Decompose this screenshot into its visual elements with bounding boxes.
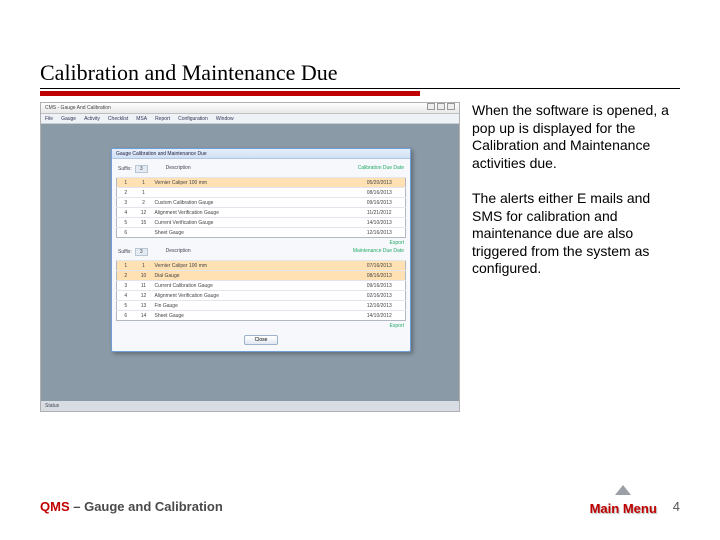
main-menu-label: Main Menu (590, 501, 657, 516)
main-menu-link[interactable]: Main Menu (590, 497, 657, 516)
export-link-1[interactable]: Export (390, 240, 404, 246)
paragraph-1: When the software is opened, a pop up is… (472, 102, 680, 172)
footer-title: QMS – Gauge and Calibration (40, 499, 223, 514)
table-row[interactable]: 412Alignment Verification Gauge02/16/201… (117, 291, 406, 301)
table-row[interactable]: 32Custom Calibration Gauge09/16/2013 (117, 198, 406, 208)
table-row[interactable]: 515Current Verification Gauge14/10/2013 (117, 218, 406, 228)
close-icon[interactable] (447, 103, 455, 110)
window-controls (427, 103, 455, 113)
up-arrow-icon (615, 485, 631, 495)
app-window-title: CMS - Gauge And Calibration (45, 103, 111, 113)
calib-filters: Suffix:3 Description Calibration Due Dat… (116, 163, 406, 177)
table-row[interactable]: 2108/16/2013 (117, 188, 406, 198)
slide-footer: QMS – Gauge and Calibration Main Menu 4 (40, 497, 680, 516)
table-row[interactable]: 11Vernier Caliper 100 mm05/20/2013 (117, 178, 406, 188)
maximize-icon[interactable] (437, 103, 445, 110)
slide-heading: Calibration and Maintenance Due (40, 60, 680, 89)
explanatory-text: When the software is opened, a pop up is… (472, 102, 680, 412)
table-row[interactable]: 311Current Calibration Gauge09/16/2013 (117, 281, 406, 291)
menu-msa[interactable]: MSA (136, 114, 147, 123)
maint-due-header: Maintenance Due Date (353, 248, 404, 256)
table-row[interactable]: 614Sheet Gauge14/10/2012 (117, 311, 406, 321)
page-number: 4 (673, 499, 680, 514)
table-row[interactable]: 210Dial Gauge08/16/2013 (117, 271, 406, 281)
calib-due-header: Calibration Due Date (358, 165, 404, 173)
heading-accent (40, 91, 420, 96)
menu-gauge[interactable]: Gauge (61, 114, 76, 123)
filter-suffix-value-2[interactable]: 3 (135, 248, 148, 256)
maint-filters: Suffix:3 Description Maintenance Due Dat… (116, 246, 406, 260)
menu-checklist[interactable]: Checklist (108, 114, 128, 123)
table-row[interactable]: 11Vernier Caliper 100 mm07/16/2013 (117, 261, 406, 271)
dialog-title: Gauge Calibration and Maintenance Due (112, 149, 410, 159)
footer-rest: – Gauge and Calibration (70, 499, 223, 514)
app-workspace: Gauge Calibration and Maintenance Due Su… (41, 124, 459, 401)
app-screenshot: CMS - Gauge And Calibration File Gauge A… (40, 102, 460, 412)
due-dialog: Gauge Calibration and Maintenance Due Su… (111, 148, 411, 352)
footer-brand: QMS (40, 499, 70, 514)
menu-file[interactable]: File (45, 114, 53, 123)
calib-table: 11Vernier Caliper 100 mm05/20/20132108/1… (116, 177, 406, 238)
minimize-icon[interactable] (427, 103, 435, 110)
menu-window[interactable]: Window (216, 114, 234, 123)
dialog-close-button[interactable]: Close (244, 335, 279, 345)
maint-table: 11Vernier Caliper 100 mm07/16/2013210Dia… (116, 260, 406, 321)
paragraph-2: The alerts either E mails and SMS for ca… (472, 190, 680, 278)
app-menubar: File Gauge Activity Checklist MSA Report… (41, 114, 459, 124)
filter-desc-label-2: Description (166, 248, 191, 256)
filter-suffix-value[interactable]: 3 (135, 165, 148, 173)
filter-desc-label: Description (166, 165, 191, 173)
slide-content: CMS - Gauge And Calibration File Gauge A… (40, 102, 680, 412)
menu-configuration[interactable]: Configuration (178, 114, 208, 123)
menu-activity[interactable]: Activity (84, 114, 100, 123)
table-row[interactable]: 6Sheet Gauge12/16/2013 (117, 228, 406, 238)
menu-report[interactable]: Report (155, 114, 170, 123)
filter-suffix-label-2: Suffix (118, 249, 130, 255)
filter-suffix-label: Suffix (118, 166, 130, 172)
table-row[interactable]: 412Alignment Verification Gauge11/21/201… (117, 208, 406, 218)
table-row[interactable]: 513Fin Gauge12/16/2013 (117, 301, 406, 311)
app-titlebar: CMS - Gauge And Calibration (41, 103, 459, 114)
export-link-2[interactable]: Export (390, 323, 404, 329)
app-statusbar: Status (41, 401, 459, 411)
